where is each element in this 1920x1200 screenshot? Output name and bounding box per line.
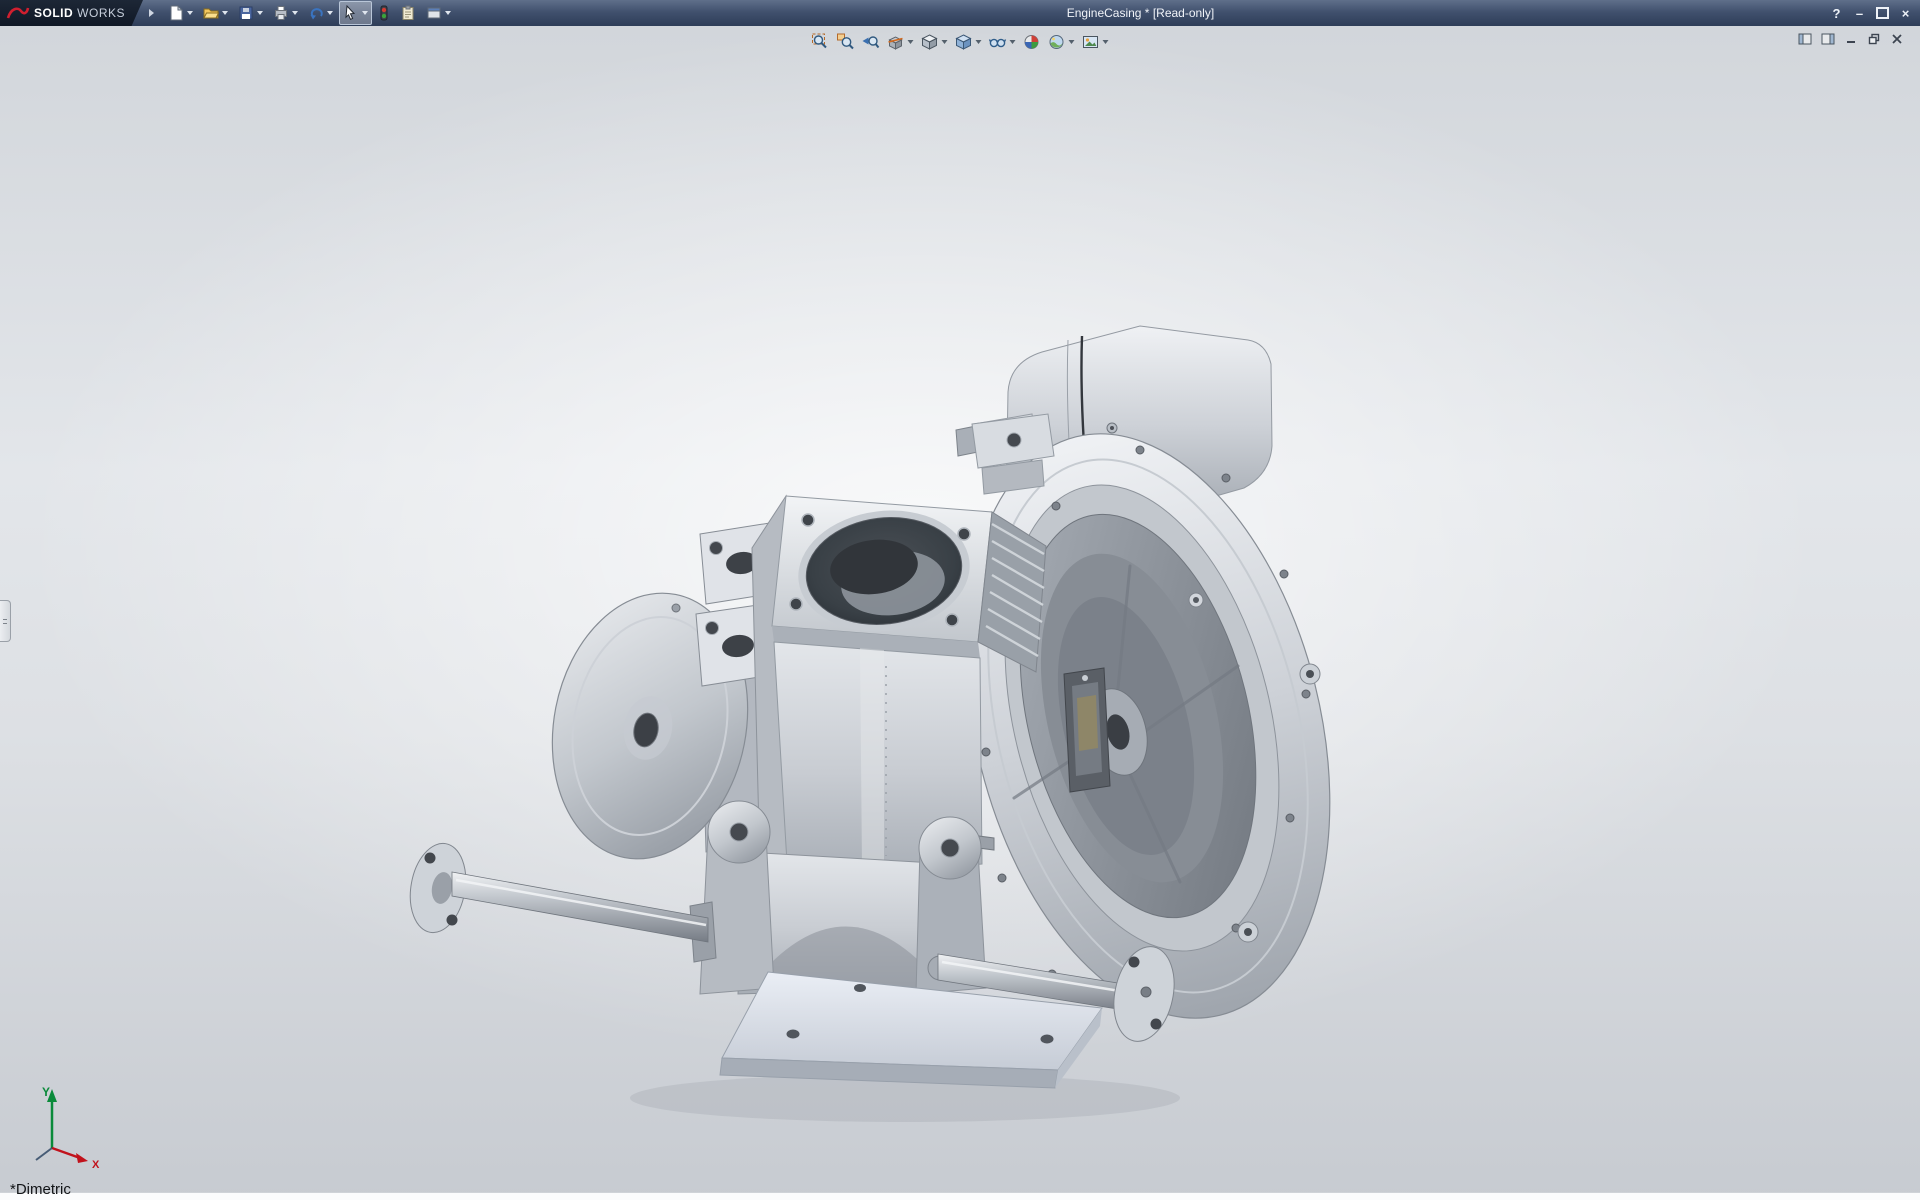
section-view-icon xyxy=(887,33,905,51)
view-orientation-button[interactable] xyxy=(919,31,950,53)
new-button[interactable] xyxy=(164,1,197,25)
pane-right-icon xyxy=(1821,33,1835,45)
restore-document-button[interactable] xyxy=(1865,31,1883,46)
heads-up-toolbar xyxy=(804,29,1117,55)
x-axis-arrow-icon xyxy=(76,1153,88,1163)
save-button[interactable] xyxy=(234,1,267,25)
model-left-shaft[interactable] xyxy=(404,839,716,962)
show-right-pane-button[interactable] xyxy=(1819,31,1837,46)
select-cursor-icon xyxy=(343,5,359,21)
dropdown-caret-icon[interactable] xyxy=(976,40,982,44)
title-bar: SOLID WORKS xyxy=(0,0,1920,26)
dropdown-caret-icon[interactable] xyxy=(1103,40,1109,44)
display-style-cube-icon xyxy=(955,33,973,51)
edit-appearance-button[interactable] xyxy=(1021,31,1043,53)
zoom-to-fit-icon xyxy=(812,33,830,51)
dropdown-caret-icon[interactable] xyxy=(292,11,298,15)
apply-scene-button[interactable] xyxy=(1046,31,1077,53)
dropdown-caret-icon[interactable] xyxy=(362,11,368,15)
scene-globe-icon xyxy=(1048,33,1066,51)
select-button[interactable] xyxy=(339,1,372,25)
zoom-to-fit-button[interactable] xyxy=(810,31,832,53)
restore-icon xyxy=(1868,33,1880,45)
appearance-ball-icon xyxy=(1023,33,1041,51)
help-button[interactable]: ? xyxy=(1828,5,1845,22)
undo-button[interactable] xyxy=(304,1,337,25)
options-window-icon xyxy=(426,5,442,21)
dropdown-caret-icon[interactable] xyxy=(222,11,228,15)
close-button[interactable]: × xyxy=(1897,5,1914,22)
view-orientation-cube-icon xyxy=(921,33,939,51)
rebuild-button[interactable] xyxy=(374,1,394,25)
display-style-button[interactable] xyxy=(953,31,984,53)
ds-swoosh-icon xyxy=(6,5,30,21)
close-icon xyxy=(1891,33,1903,45)
save-floppy-icon xyxy=(238,5,254,21)
undo-arrow-icon xyxy=(308,5,324,21)
document-window-controls xyxy=(1796,31,1906,46)
zoom-to-area-icon xyxy=(837,33,855,51)
rebuild-traffic-icon xyxy=(378,5,390,21)
show-left-pane-button[interactable] xyxy=(1796,31,1814,46)
minimize-icon xyxy=(1845,33,1857,45)
restore-icon xyxy=(1876,7,1889,19)
y-axis-label: Y xyxy=(42,1085,50,1099)
minimize-button[interactable]: – xyxy=(1851,5,1868,22)
dropdown-caret-icon[interactable] xyxy=(1010,40,1016,44)
dropdown-caret-icon[interactable] xyxy=(187,11,193,15)
dropdown-caret-icon[interactable] xyxy=(257,11,263,15)
brand-solid: SOLID xyxy=(34,6,73,20)
orientation-label: *Dimetric xyxy=(10,1181,71,1198)
printer-icon xyxy=(273,5,289,21)
view-settings-image-icon xyxy=(1082,33,1100,51)
dropdown-caret-icon[interactable] xyxy=(908,40,914,44)
file-properties-button[interactable] xyxy=(396,1,420,25)
document-title: EngineCasing * [Read-only] xyxy=(1067,0,1214,26)
graphics-viewport[interactable]: Y X *Dimetric xyxy=(0,26,1920,1200)
zoom-to-area-button[interactable] xyxy=(835,31,857,53)
open-folder-icon xyxy=(203,5,219,21)
window-controls: ? – × xyxy=(1828,0,1914,26)
engine-casing-model[interactable] xyxy=(0,26,1920,1200)
options-button[interactable] xyxy=(422,1,455,25)
dropdown-caret-icon[interactable] xyxy=(1069,40,1075,44)
minimize-document-button[interactable] xyxy=(1842,31,1860,46)
solidworks-logo: SOLID WORKS xyxy=(0,0,143,26)
restore-button[interactable] xyxy=(1874,5,1891,22)
pane-left-icon xyxy=(1798,33,1812,45)
close-document-button[interactable] xyxy=(1888,31,1906,46)
hide-show-items-button[interactable] xyxy=(987,31,1018,53)
reference-triad: Y X xyxy=(16,1080,106,1172)
clipboard-icon xyxy=(400,5,416,21)
print-button[interactable] xyxy=(269,1,302,25)
dropdown-caret-icon[interactable] xyxy=(942,40,948,44)
view-settings-button[interactable] xyxy=(1080,31,1111,53)
open-button[interactable] xyxy=(199,1,232,25)
x-axis-label: X xyxy=(92,1159,100,1171)
dropdown-caret-icon[interactable] xyxy=(327,11,333,15)
brand-works: WORKS xyxy=(77,6,125,20)
brand-expand-arrow-icon[interactable] xyxy=(149,9,154,17)
panel-collapse-tab[interactable] xyxy=(0,600,11,642)
section-view-button[interactable] xyxy=(885,31,916,53)
previous-view-icon xyxy=(862,33,880,51)
previous-view-button[interactable] xyxy=(860,31,882,53)
solidworks-window: SOLID WORKS xyxy=(0,0,1920,1200)
glasses-icon xyxy=(989,33,1007,51)
status-strip xyxy=(0,1192,1920,1200)
dropdown-caret-icon[interactable] xyxy=(445,11,451,15)
new-document-icon xyxy=(168,5,184,21)
titlebar-toolbar xyxy=(164,1,455,25)
